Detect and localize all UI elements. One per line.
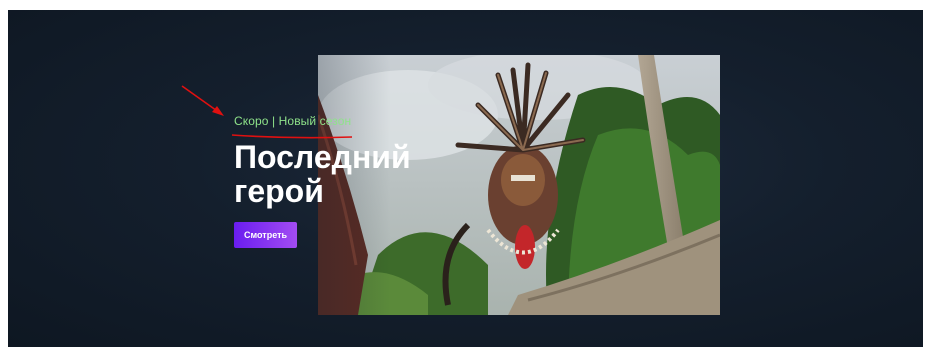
hero-banner: Скоро | Новый сезон Последний герой Смот… (8, 10, 923, 347)
hero-tagline: Скоро | Новый сезон (234, 114, 352, 128)
watch-button[interactable]: Смотреть (234, 222, 298, 248)
hero-text: Скоро | Новый сезон Последний герой Смот… (234, 114, 494, 248)
hero-title: Последний герой (234, 139, 411, 209)
